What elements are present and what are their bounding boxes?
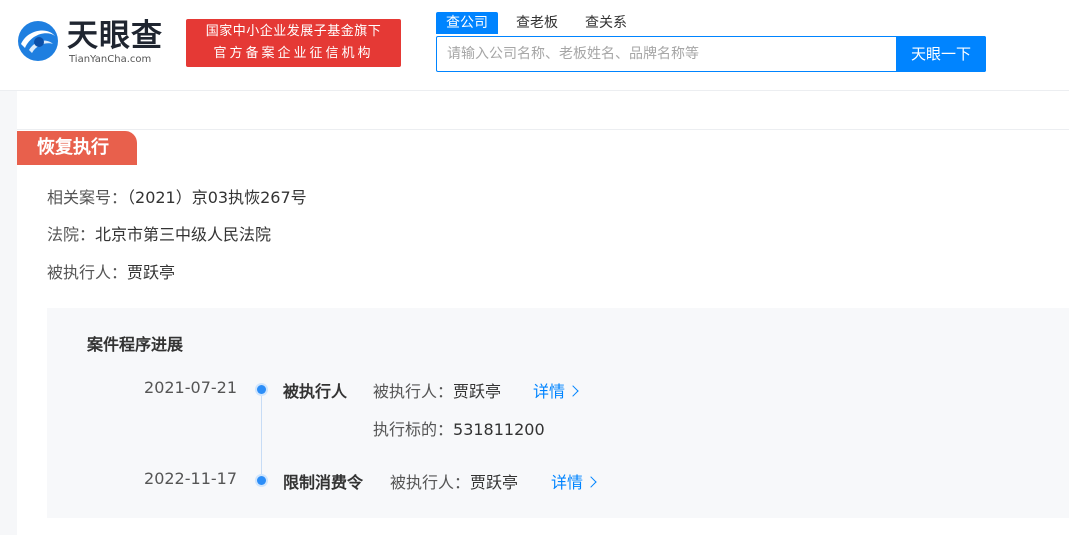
search-button[interactable]: 天眼一下 bbox=[896, 36, 986, 72]
event-executee-value[interactable]: 贾跃亭 bbox=[453, 382, 501, 401]
court-value: 北京市第三中级人民法院 bbox=[95, 225, 272, 244]
event-type: 限制消费令 bbox=[283, 473, 364, 492]
divider bbox=[17, 129, 1069, 130]
tab-relation[interactable]: 查关系 bbox=[575, 12, 637, 34]
event-target-line: 执行标的：531811200 bbox=[373, 416, 545, 440]
search-box: 天眼一下 bbox=[436, 36, 986, 72]
detail-link[interactable]: 详情 bbox=[551, 469, 597, 493]
eye-logo-icon bbox=[18, 21, 58, 61]
section-title-badge: 恢复执行 bbox=[17, 131, 137, 165]
timeline-dot bbox=[257, 385, 266, 394]
detail-link[interactable]: 详情 bbox=[533, 378, 579, 402]
timeline-dot bbox=[257, 476, 266, 485]
event-executee-line: 被执行人：贾跃亭 bbox=[390, 469, 518, 493]
executee-label: 被执行人： bbox=[47, 263, 128, 282]
case-number-value: （2021）京03执恢267号 bbox=[127, 188, 307, 207]
court-line: 法院：北京市第三中级人民法院 bbox=[47, 225, 271, 245]
tab-company[interactable]: 查公司 bbox=[436, 12, 498, 34]
detail-link-label: 详情 bbox=[551, 473, 584, 492]
case-number-line: 相关案号：（2021）京03执恢267号 bbox=[47, 188, 307, 208]
slogan-line-2: 官方备案企业征信机构 bbox=[213, 46, 374, 61]
event-executee-line: 被执行人：贾跃亭 bbox=[373, 378, 501, 402]
event-date: 2021-07-21 bbox=[144, 378, 237, 397]
executee-value[interactable]: 贾跃亭 bbox=[127, 263, 175, 282]
search-input[interactable] bbox=[437, 37, 895, 71]
tab-boss[interactable]: 查老板 bbox=[506, 12, 568, 34]
progress-title: 案件程序进展 bbox=[87, 335, 184, 354]
event-target-label: 执行标的： bbox=[373, 420, 454, 439]
chevron-right-icon bbox=[567, 385, 579, 397]
court-label: 法院： bbox=[47, 225, 96, 244]
logo-text-en: TianYanCha.com bbox=[69, 54, 152, 65]
case-progress-panel: 案件程序进展 2021-07-21 被执行人 被执行人：贾跃亭 详情 执行标的：… bbox=[47, 308, 1069, 518]
timeline-line bbox=[261, 390, 262, 482]
slogan-line-1: 国家中小企业发展子基金旗下 bbox=[205, 24, 382, 39]
detail-link-label: 详情 bbox=[533, 382, 566, 401]
event-executee-label: 被执行人： bbox=[390, 473, 471, 492]
event-date: 2022-11-17 bbox=[144, 469, 237, 488]
slogan-banner: 国家中小企业发展子基金旗下 官方备案企业征信机构 bbox=[186, 19, 401, 67]
case-detail-panel: 恢复执行 相关案号：（2021）京03执恢267号 法院：北京市第三中级人民法院… bbox=[17, 91, 1069, 535]
logo-text-cn: 天眼查 bbox=[67, 18, 163, 54]
top-header: 天眼查 TianYanCha.com 国家中小企业发展子基金旗下 官方备案企业征… bbox=[0, 0, 1069, 91]
event-target-value: 531811200 bbox=[453, 420, 545, 439]
event-executee-label: 被执行人： bbox=[373, 382, 454, 401]
site-logo[interactable]: 天眼查 TianYanCha.com bbox=[17, 16, 177, 70]
chevron-right-icon bbox=[585, 476, 597, 488]
case-number-label: 相关案号： bbox=[47, 188, 128, 207]
event-executee-value[interactable]: 贾跃亭 bbox=[470, 473, 518, 492]
executee-line: 被执行人：贾跃亭 bbox=[47, 263, 175, 283]
event-type: 被执行人 bbox=[283, 382, 348, 401]
